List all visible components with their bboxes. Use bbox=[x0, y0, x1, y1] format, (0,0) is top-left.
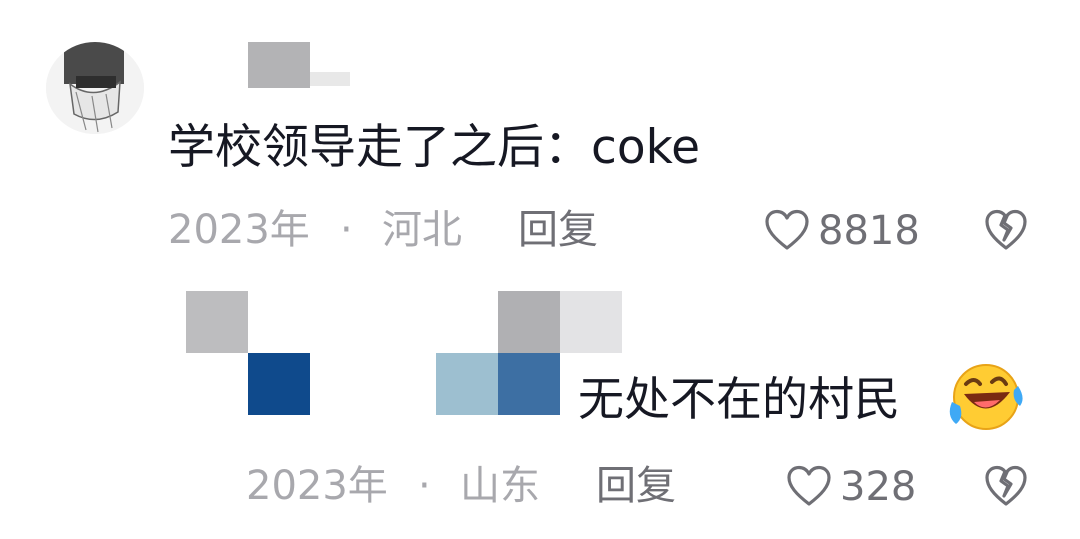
comment-text: 学校领导走了之后：coke bbox=[168, 120, 701, 175]
reply-avatar-redacted-fragment bbox=[248, 353, 310, 415]
comment-year: 2023年 bbox=[168, 207, 310, 253]
reply-button[interactable]: 回复 bbox=[518, 210, 598, 250]
reply-like-count: 328 bbox=[840, 464, 917, 510]
reply-avatar-redacted[interactable] bbox=[186, 291, 248, 353]
heart-outline-icon[interactable] bbox=[764, 209, 810, 255]
heart-outline-icon[interactable] bbox=[786, 465, 832, 511]
comment-location: 河北 bbox=[382, 207, 462, 253]
like-count: 8818 bbox=[818, 208, 920, 254]
avatar-image bbox=[46, 42, 144, 134]
broken-heart-icon[interactable] bbox=[984, 209, 1028, 255]
reply-target-redacted-fragment bbox=[498, 353, 560, 415]
reply-comment-text: 无处不在的村民 bbox=[578, 376, 900, 422]
rolling-laughing-emoji-icon bbox=[946, 362, 1026, 436]
username-redacted[interactable] bbox=[248, 42, 310, 88]
reply-username-redacted[interactable] bbox=[498, 291, 560, 353]
username-redacted-fragment bbox=[310, 72, 350, 86]
reply-username-redacted-fragment bbox=[560, 291, 622, 353]
reply-location: 山东 bbox=[460, 463, 540, 509]
avatar[interactable] bbox=[46, 42, 144, 134]
reply-meta-separator: · bbox=[418, 463, 431, 509]
reply-year: 2023年 bbox=[246, 463, 388, 509]
reply-button[interactable]: 回复 bbox=[596, 466, 676, 506]
reply-text: 无处不在的村民 bbox=[578, 372, 900, 426]
reply-target-redacted bbox=[436, 353, 498, 415]
broken-heart-icon[interactable] bbox=[984, 465, 1028, 511]
meta-separator: · bbox=[340, 207, 353, 253]
